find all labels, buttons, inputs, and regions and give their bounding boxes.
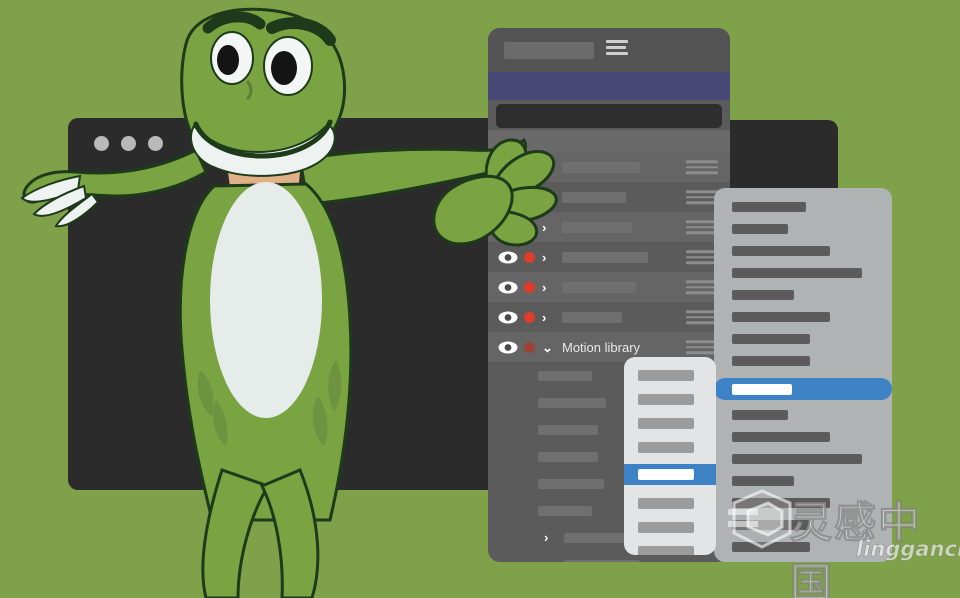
list-item[interactable] [638,370,694,381]
list-item[interactable] [638,394,694,405]
list-item[interactable] [732,410,788,420]
watermark: 灵感中国 lingganchina.com [724,487,960,598]
layer-label-placeholder [562,191,626,203]
layer-label-placeholder [562,221,632,233]
list-item-label [732,383,792,395]
list-item[interactable] [732,454,862,464]
list-item[interactable] [638,498,694,509]
list-item[interactable] [732,290,794,300]
list-item-selected[interactable] [714,378,892,400]
layer-label-placeholder [562,161,640,173]
options-list [624,370,716,555]
list-item[interactable] [732,334,810,344]
watermark-secondary-text: lingganchina.com [856,537,960,562]
layer-label-placeholder [562,251,648,263]
list-item[interactable] [638,546,694,555]
layer-label-placeholder [562,311,622,323]
list-item[interactable] [732,432,830,442]
list-item[interactable] [732,246,830,256]
layer-options-icon[interactable] [686,160,718,174]
watermark-domain: lingganchina [856,537,960,562]
list-item[interactable] [732,202,806,212]
list-item[interactable] [638,418,694,429]
layer-label: Motion library [562,339,641,355]
list-item-selected[interactable] [624,464,716,485]
layer-label-placeholder [562,281,636,293]
list-item[interactable] [638,442,694,453]
layer-sub-label-placeholder [564,559,640,562]
list-item[interactable] [732,268,862,278]
list-item[interactable] [732,312,830,322]
frog-mascot [20,7,558,598]
list-item[interactable] [732,476,794,486]
hamburger-menu-icon[interactable] [606,40,628,55]
options-dropdown[interactable] [624,357,716,555]
list-item-label [638,469,694,480]
list-item[interactable] [732,356,810,366]
list-item[interactable] [638,522,694,533]
list-item[interactable] [732,224,788,234]
screenshot-canvas: ››››››⌄Motion library ›› [0,0,960,598]
